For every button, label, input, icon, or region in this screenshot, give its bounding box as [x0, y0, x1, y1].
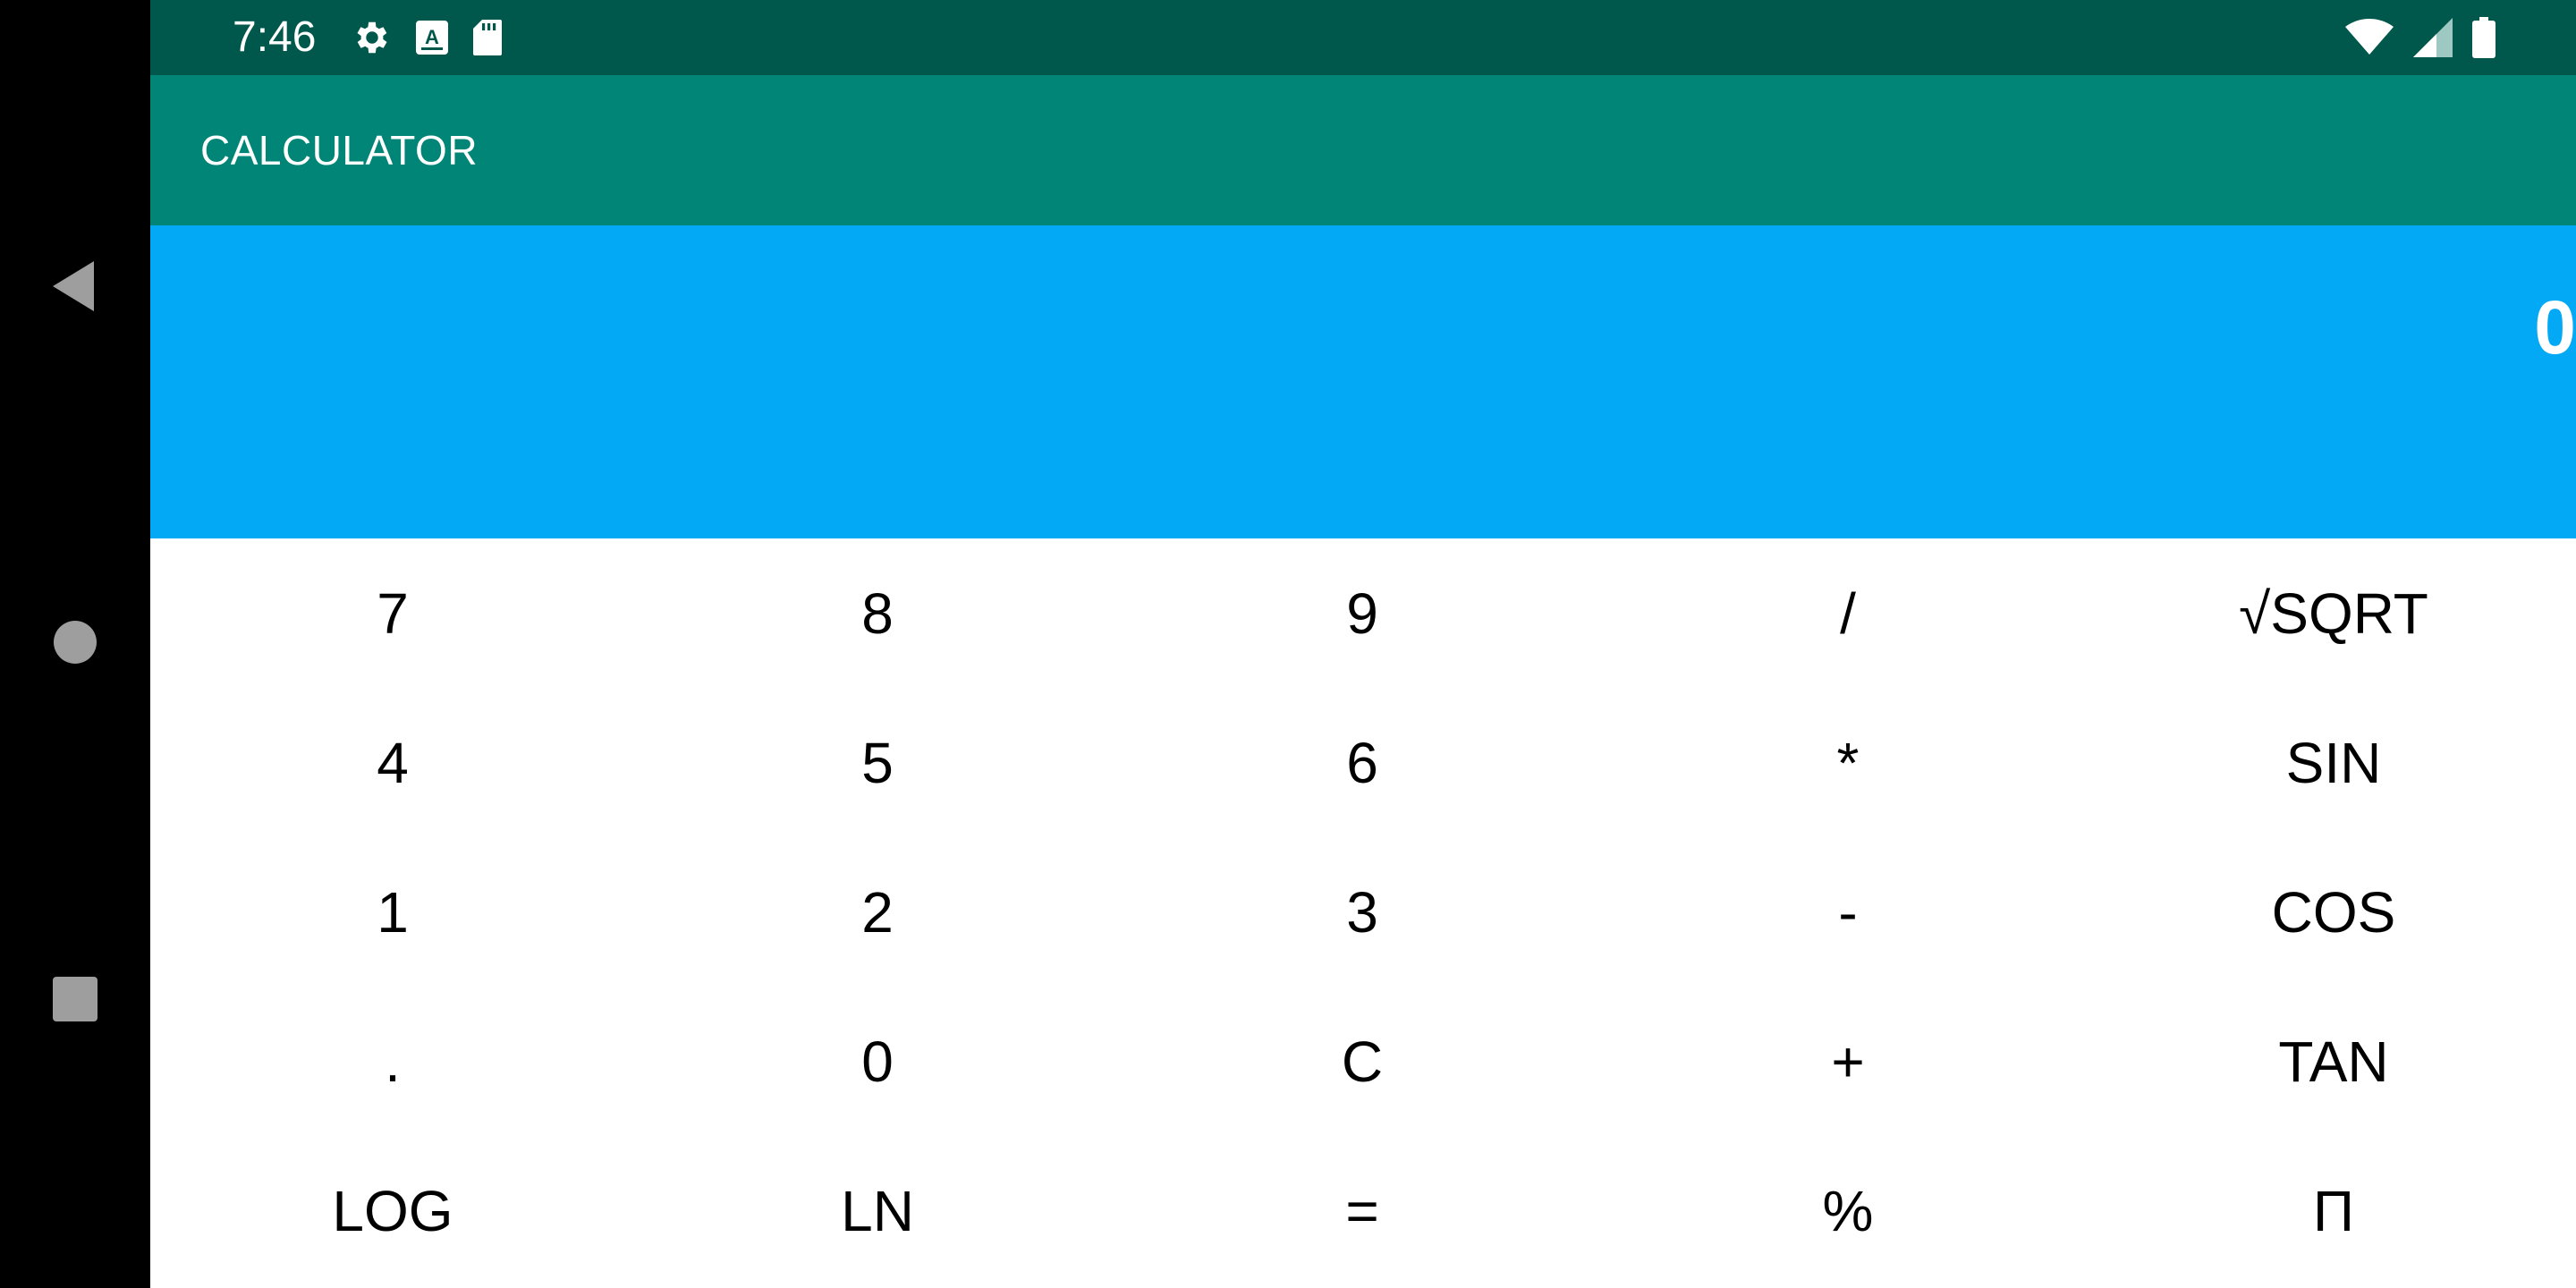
- status-notification-icons: A: [352, 16, 504, 59]
- app-bar: CALCULATOR: [150, 75, 2576, 225]
- key-equals[interactable]: =: [1120, 1136, 1605, 1285]
- home-icon: [54, 621, 97, 664]
- key-pi[interactable]: Π: [2091, 1136, 2576, 1285]
- key-decimal[interactable]: .: [150, 987, 635, 1136]
- cell-signal-icon: [2413, 18, 2453, 57]
- key-cos[interactable]: COS: [2091, 837, 2576, 987]
- key-6[interactable]: 6: [1120, 688, 1605, 837]
- key-multiply[interactable]: *: [1606, 688, 2090, 837]
- battery-icon: [2472, 17, 2496, 58]
- app-title: CALCULATOR: [200, 127, 479, 174]
- key-8[interactable]: 8: [635, 538, 1120, 688]
- result-display: 0: [150, 225, 2576, 538]
- key-percent[interactable]: %: [1606, 1136, 2090, 1285]
- home-button[interactable]: [30, 597, 120, 687]
- sd-card-icon: [471, 18, 504, 57]
- wifi-icon: [2345, 19, 2394, 56]
- key-3[interactable]: 3: [1120, 837, 1605, 987]
- back-button[interactable]: [30, 242, 120, 331]
- key-sin[interactable]: SIN: [2091, 688, 2576, 837]
- key-sqrt[interactable]: √SQRT: [2091, 538, 2576, 688]
- key-2[interactable]: 2: [635, 837, 1120, 987]
- system-navigation-bar: [0, 0, 150, 1288]
- key-add[interactable]: +: [1606, 987, 2090, 1136]
- key-1[interactable]: 1: [150, 837, 635, 987]
- back-icon: [53, 261, 94, 311]
- key-ln[interactable]: LN: [635, 1136, 1120, 1285]
- key-5[interactable]: 5: [635, 688, 1120, 837]
- key-4[interactable]: 4: [150, 688, 635, 837]
- key-tan[interactable]: TAN: [2091, 987, 2576, 1136]
- settings-icon: [352, 17, 393, 58]
- key-subtract[interactable]: -: [1606, 837, 2090, 987]
- recents-icon: [53, 977, 97, 1021]
- display-value: 0: [2534, 285, 2576, 369]
- svg-text:A: A: [425, 26, 439, 48]
- recents-button[interactable]: [30, 954, 120, 1044]
- status-system-icons: [2345, 16, 2496, 59]
- keypad: 7 8 9 / √SQRT 4 5 6 * SIN 1 2 3 - COS . …: [150, 538, 2576, 1288]
- status-bar: 7:46 A: [150, 0, 2576, 75]
- key-divide[interactable]: /: [1606, 538, 2090, 688]
- key-0[interactable]: 0: [635, 987, 1120, 1136]
- key-9[interactable]: 9: [1120, 538, 1605, 688]
- key-log[interactable]: LOG: [150, 1136, 635, 1285]
- a-notification-icon: A: [414, 19, 450, 56]
- calculator-screen: 7:46 A CALCULATOR 0 7 8 9 / √SQRT 4 5 6 …: [0, 0, 2576, 1288]
- key-clear[interactable]: C: [1120, 987, 1605, 1136]
- key-7[interactable]: 7: [150, 538, 635, 688]
- status-time: 7:46: [233, 13, 317, 61]
